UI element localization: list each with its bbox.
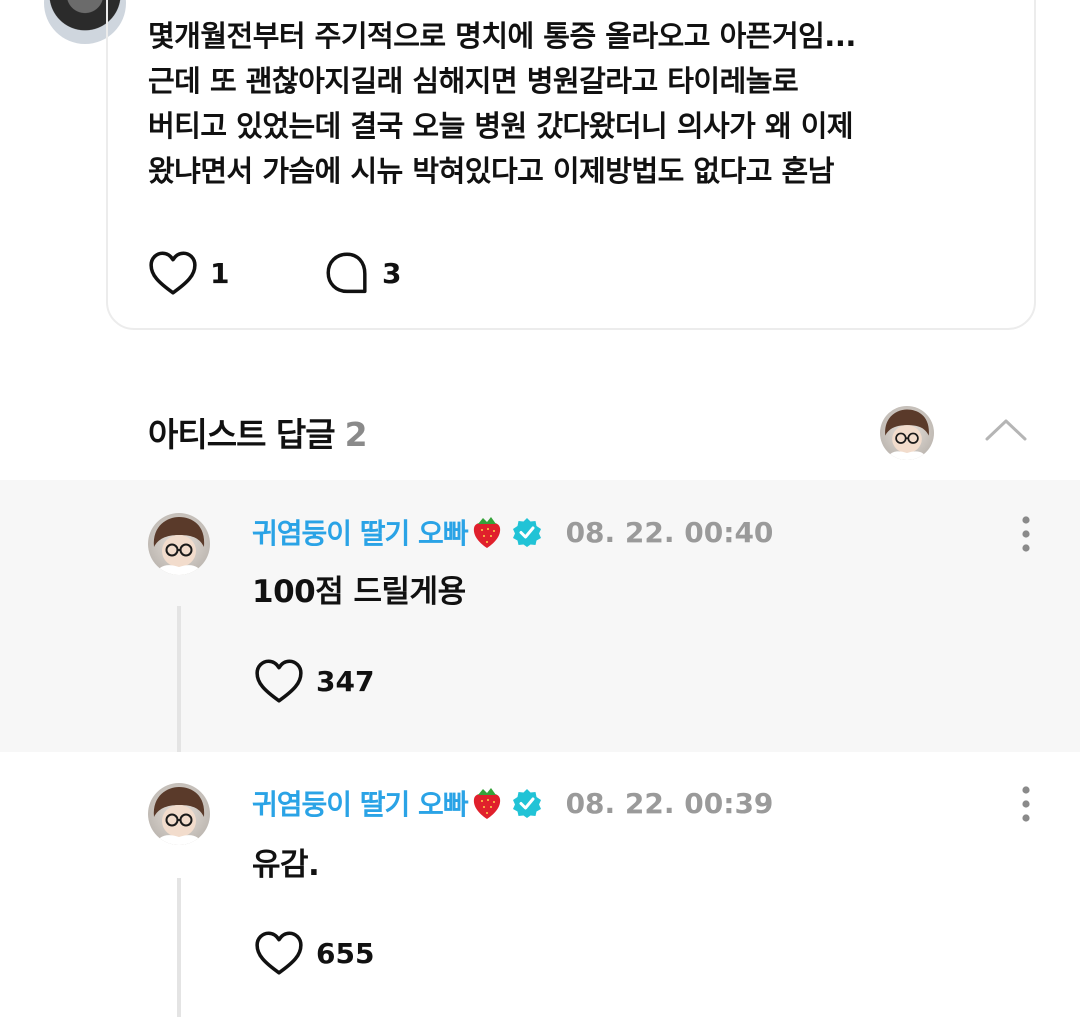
reply-author-avatar[interactable] [148, 783, 210, 845]
reply-like-button[interactable]: 655 [254, 930, 374, 976]
reply-text: 유감. [252, 847, 320, 883]
reply-like-count: 655 [316, 936, 375, 970]
heart-icon [149, 251, 197, 295]
author-name[interactable]: 귀염둥이 딸기 오빠 [252, 512, 469, 552]
reply-timestamp: 08. 22. 00:39 [565, 786, 774, 820]
reply-author-avatar[interactable] [148, 513, 210, 575]
thread-line [177, 606, 181, 752]
reply-header: 귀염둥이 딸기 오빠 08. 22. 00:40 [252, 512, 773, 552]
more-options-icon[interactable] [1016, 784, 1036, 824]
author-name[interactable]: 귀염둥이 딸기 오빠 [252, 783, 469, 823]
reply-text: 100점 드릴게용 [252, 574, 466, 610]
heart-icon [255, 931, 303, 975]
post-comment-button[interactable]: 3 [324, 250, 401, 296]
more-options-icon[interactable] [1016, 514, 1036, 554]
post-comment-count: 3 [382, 256, 402, 290]
post-body: 몇개월전부터 주기적으로 명치에 통증 올라오고 아픈거임... 근데 또 괜찮… [148, 14, 1028, 194]
post-like-count: 1 [210, 256, 230, 290]
artist-replies-count: 2 [344, 415, 368, 454]
artist-avatar[interactable] [880, 406, 934, 460]
verified-badge-icon [512, 789, 541, 818]
reply-like-count: 347 [316, 664, 375, 698]
artist-replies-title: 아티스트 답글 [148, 415, 336, 454]
strawberry-icon [473, 788, 500, 819]
strawberry-icon [473, 517, 500, 548]
chevron-up-icon[interactable] [984, 414, 1028, 444]
reply-like-button[interactable]: 347 [254, 658, 374, 704]
post-like-button[interactable]: 1 [148, 250, 229, 296]
heart-icon [255, 659, 303, 703]
post-line: 근데 또 괜찮아지길래 심해지면 병원갈라고 타이레놀로 [148, 64, 799, 98]
comment-bubble-icon [326, 252, 367, 294]
thread-line [177, 878, 181, 1017]
reply-header: 귀염둥이 딸기 오빠 08. 22. 00:39 [252, 783, 773, 823]
post-line: 버티고 있었는데 결국 오늘 병원 갔다왔더니 의사가 왜 이제 [148, 109, 854, 143]
artist-replies-heading: 아티스트 답글 2 [148, 408, 368, 456]
post-line: 왔냐면서 가슴에 시뉴 박혀있다고 이제방법도 없다고 혼남 [148, 154, 834, 188]
post-line: 몇개월전부터 주기적으로 명치에 통증 올라오고 아픈거임... [148, 19, 856, 53]
reply-timestamp: 08. 22. 00:40 [565, 515, 774, 549]
verified-badge-icon [512, 518, 541, 547]
